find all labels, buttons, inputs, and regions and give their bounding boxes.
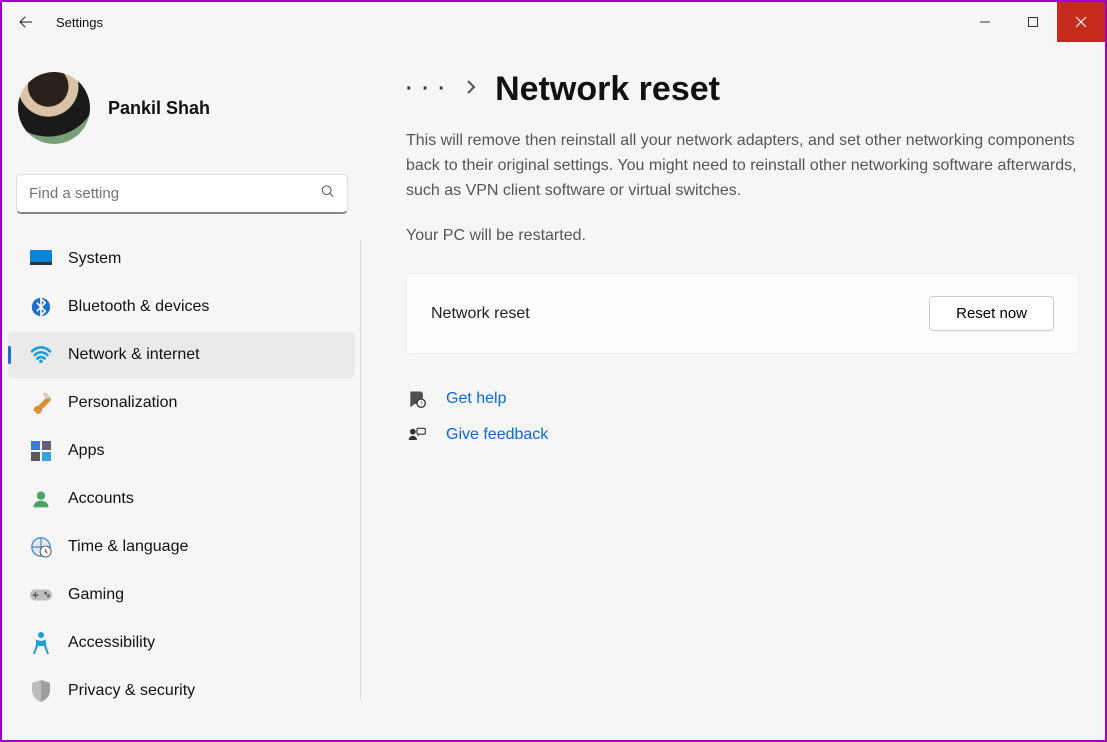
system-icon xyxy=(30,248,52,270)
sidebar-item-label: Network & internet xyxy=(68,346,200,364)
minimize-icon xyxy=(979,16,991,28)
profile-name: Pankil Shah xyxy=(108,98,210,119)
sidebar: Pankil Shah System Bluetooth & devices N… xyxy=(2,42,362,740)
card-title: Network reset xyxy=(431,305,530,323)
person-icon xyxy=(30,488,52,510)
help-icon: ? xyxy=(406,388,428,410)
bluetooth-icon xyxy=(30,296,52,318)
network-reset-card: Network reset Reset now xyxy=(406,273,1079,354)
sidebar-item-label: Accessibility xyxy=(68,634,155,652)
sidebar-item-label: Accounts xyxy=(68,490,134,508)
app-title: Settings xyxy=(50,15,103,30)
sidebar-item-label: System xyxy=(68,250,121,268)
back-button[interactable] xyxy=(2,2,50,42)
clock-globe-icon xyxy=(30,536,52,558)
sidebar-item-label: Bluetooth & devices xyxy=(68,298,209,316)
restart-notice: Your PC will be restarted. xyxy=(406,227,1079,245)
paintbrush-icon xyxy=(30,392,52,414)
wifi-icon xyxy=(30,344,52,366)
sidebar-item-label: Apps xyxy=(68,442,104,460)
page-title: Network reset xyxy=(495,70,720,109)
maximize-icon xyxy=(1027,16,1039,28)
get-help-link[interactable]: Get help xyxy=(446,390,506,408)
close-button[interactable] xyxy=(1057,2,1105,42)
back-arrow-icon xyxy=(17,13,35,31)
main-content: · · · Network reset This will remove the… xyxy=(362,42,1105,740)
give-feedback-row: Give feedback xyxy=(406,424,1079,446)
feedback-icon xyxy=(406,424,428,446)
search-container xyxy=(16,174,348,214)
sidebar-item-label: Privacy & security xyxy=(68,682,195,700)
maximize-button[interactable] xyxy=(1009,2,1057,42)
sidebar-item-accessibility[interactable]: Accessibility xyxy=(8,620,355,666)
sidebar-item-time-language[interactable]: Time & language xyxy=(8,524,355,570)
search-input[interactable] xyxy=(16,174,348,214)
title-bar: Settings xyxy=(2,2,1105,42)
breadcrumb-more-button[interactable]: · · · xyxy=(406,78,447,101)
chevron-right-icon xyxy=(465,80,477,99)
sidebar-item-network[interactable]: Network & internet xyxy=(8,332,355,378)
close-icon xyxy=(1075,16,1087,28)
search-icon xyxy=(320,184,336,205)
sidebar-item-bluetooth[interactable]: Bluetooth & devices xyxy=(8,284,355,330)
sidebar-item-apps[interactable]: Apps xyxy=(8,428,355,474)
minimize-button[interactable] xyxy=(961,2,1009,42)
sidebar-item-system[interactable]: System xyxy=(8,236,355,282)
shield-icon xyxy=(30,680,52,702)
sidebar-item-personalization[interactable]: Personalization xyxy=(8,380,355,426)
sidebar-item-label: Personalization xyxy=(68,394,177,412)
gamepad-icon xyxy=(30,584,52,606)
give-feedback-link[interactable]: Give feedback xyxy=(446,426,548,444)
sidebar-item-label: Time & language xyxy=(68,538,188,556)
breadcrumb: · · · Network reset xyxy=(406,70,1079,109)
nav-list: System Bluetooth & devices Network & int… xyxy=(2,234,362,716)
avatar xyxy=(18,72,90,144)
sidebar-item-privacy[interactable]: Privacy & security xyxy=(8,668,355,714)
accessibility-icon xyxy=(30,632,52,654)
sidebar-item-accounts[interactable]: Accounts xyxy=(8,476,355,522)
sidebar-item-label: Gaming xyxy=(68,586,124,604)
description-text: This will remove then reinstall all your… xyxy=(406,129,1079,203)
apps-icon xyxy=(30,440,52,462)
reset-now-button[interactable]: Reset now xyxy=(929,296,1054,331)
user-profile[interactable]: Pankil Shah xyxy=(2,66,362,168)
sidebar-item-gaming[interactable]: Gaming xyxy=(8,572,355,618)
get-help-row: ? Get help xyxy=(406,388,1079,410)
